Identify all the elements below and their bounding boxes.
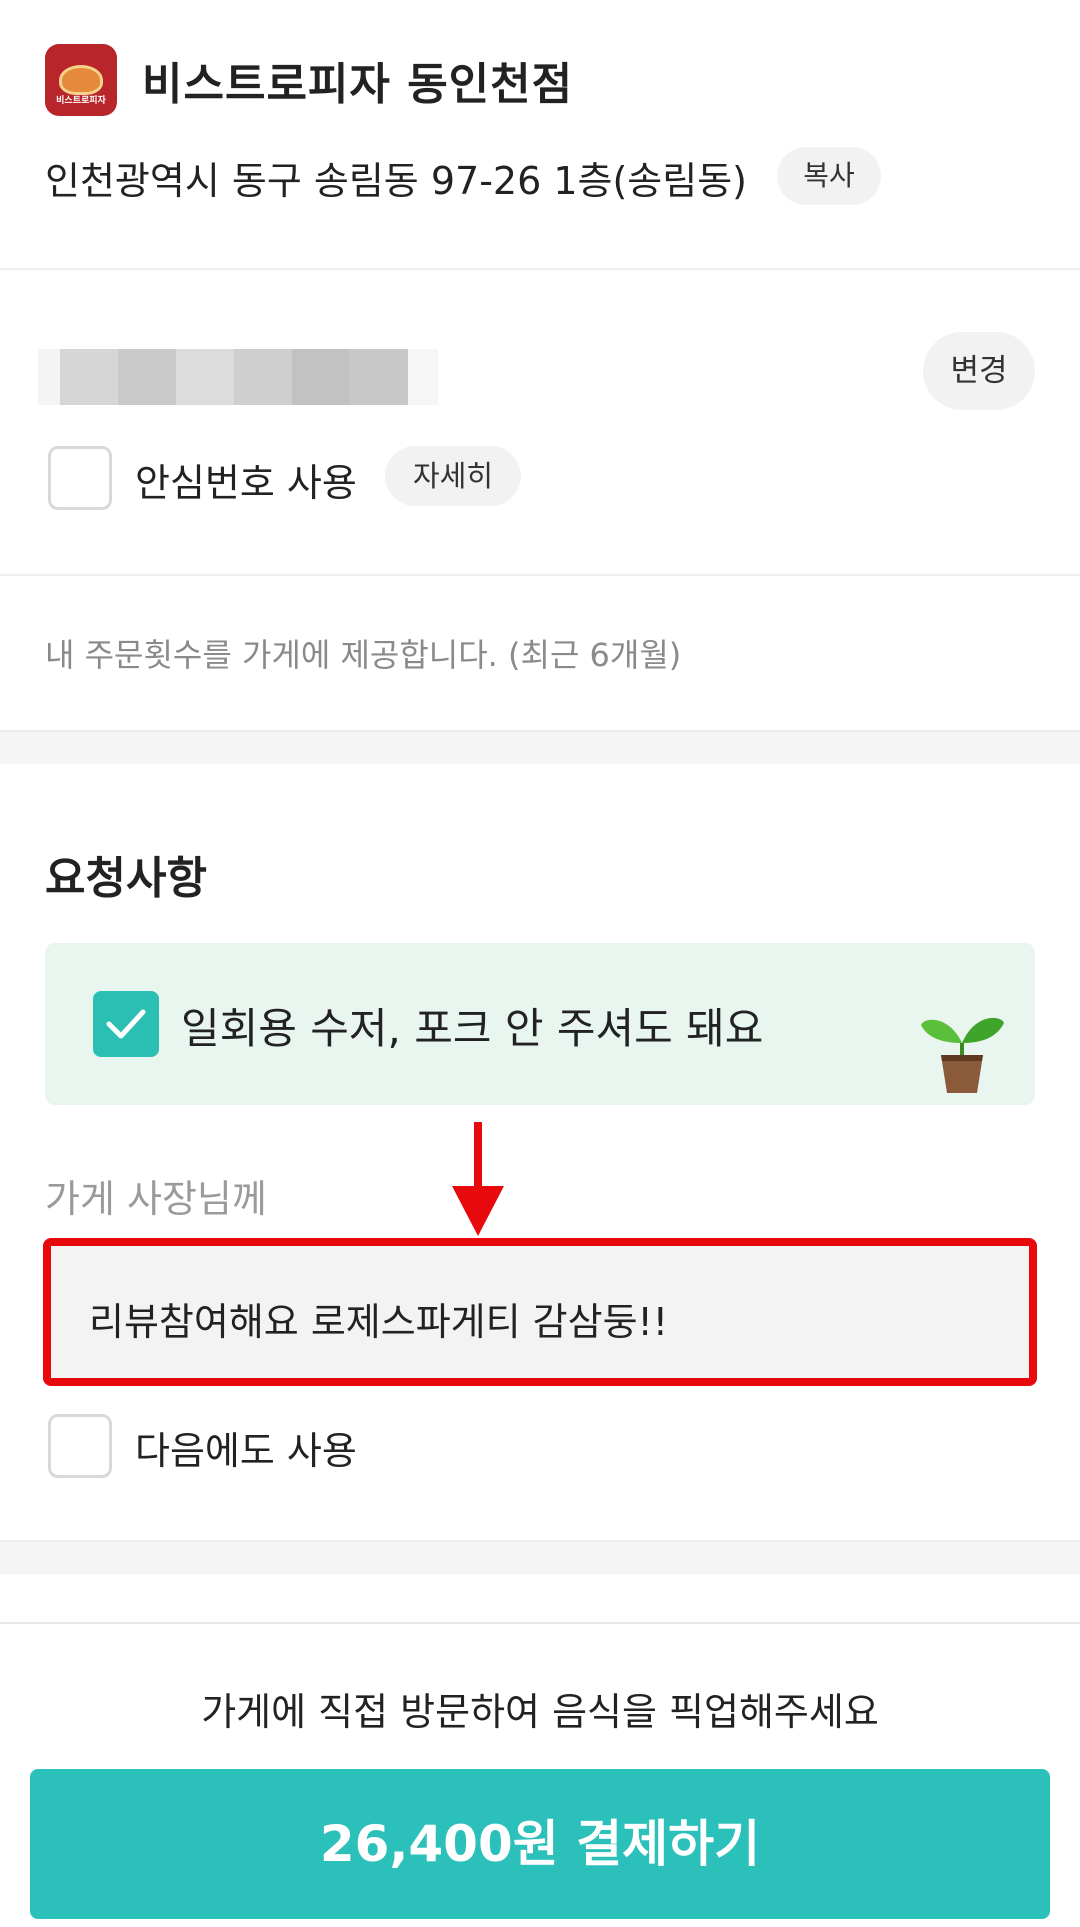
no-utensils-checkbox[interactable] — [93, 991, 159, 1057]
phone-number-blurred — [38, 345, 438, 409]
store-info-section: 비스트로피자 비스트로피자 동인천점 인천광역시 동구 송림동 97-26 1층… — [0, 0, 1080, 268]
store-name: 비스트로피자 동인천점 — [142, 59, 574, 110]
requests-title: 요청사항 — [45, 853, 207, 904]
divider — [0, 268, 1080, 270]
safe-number-detail-button[interactable]: 자세히 — [385, 446, 521, 506]
pay-button[interactable]: 26,400원 결제하기 — [30, 1769, 1050, 1919]
reuse-request-checkbox[interactable] — [48, 1414, 112, 1478]
sprout-icon — [921, 1017, 1004, 1093]
divider — [0, 574, 1080, 576]
section-gap — [0, 1540, 1080, 1574]
bottom-bar: 가게에 직접 방문하여 음식을 픽업해주세요 26,400원 결제하기 — [0, 1622, 1080, 1927]
checkmark-icon — [106, 1009, 146, 1039]
store-address: 인천광역시 동구 송림동 97-26 1층(송림동) — [45, 159, 748, 203]
section-gap — [0, 730, 1080, 764]
order-count-note: 내 주문횟수를 가게에 제공합니다. (최근 6개월) — [45, 636, 682, 674]
owner-request-text: 리뷰참여해요 로제스파게티 감삼둥!! — [89, 1300, 669, 1344]
pizza-icon — [59, 65, 103, 95]
safe-number-label: 안심번호 사용 — [135, 461, 357, 505]
copy-address-button[interactable]: 복사 — [777, 147, 881, 205]
reuse-request-label: 다음에도 사용 — [135, 1429, 357, 1473]
red-arrow-annotation — [452, 1122, 504, 1236]
owner-request-label: 가게 사장님께 — [45, 1177, 267, 1221]
no-utensils-label: 일회용 수저, 포크 안 주셔도 돼요 — [181, 1004, 764, 1053]
change-phone-button[interactable]: 변경 — [923, 332, 1035, 410]
store-logo: 비스트로피자 — [45, 44, 117, 116]
pickup-note: 가게에 직접 방문하여 음식을 픽업해주세요 — [201, 1690, 879, 1734]
safe-number-checkbox[interactable] — [48, 446, 112, 510]
no-utensils-option[interactable]: 일회용 수저, 포크 안 주셔도 돼요 — [45, 943, 1035, 1105]
store-logo-text: 비스트로피자 — [56, 96, 106, 106]
owner-request-input[interactable]: 리뷰참여해요 로제스파게티 감삼둥!! — [43, 1238, 1037, 1386]
